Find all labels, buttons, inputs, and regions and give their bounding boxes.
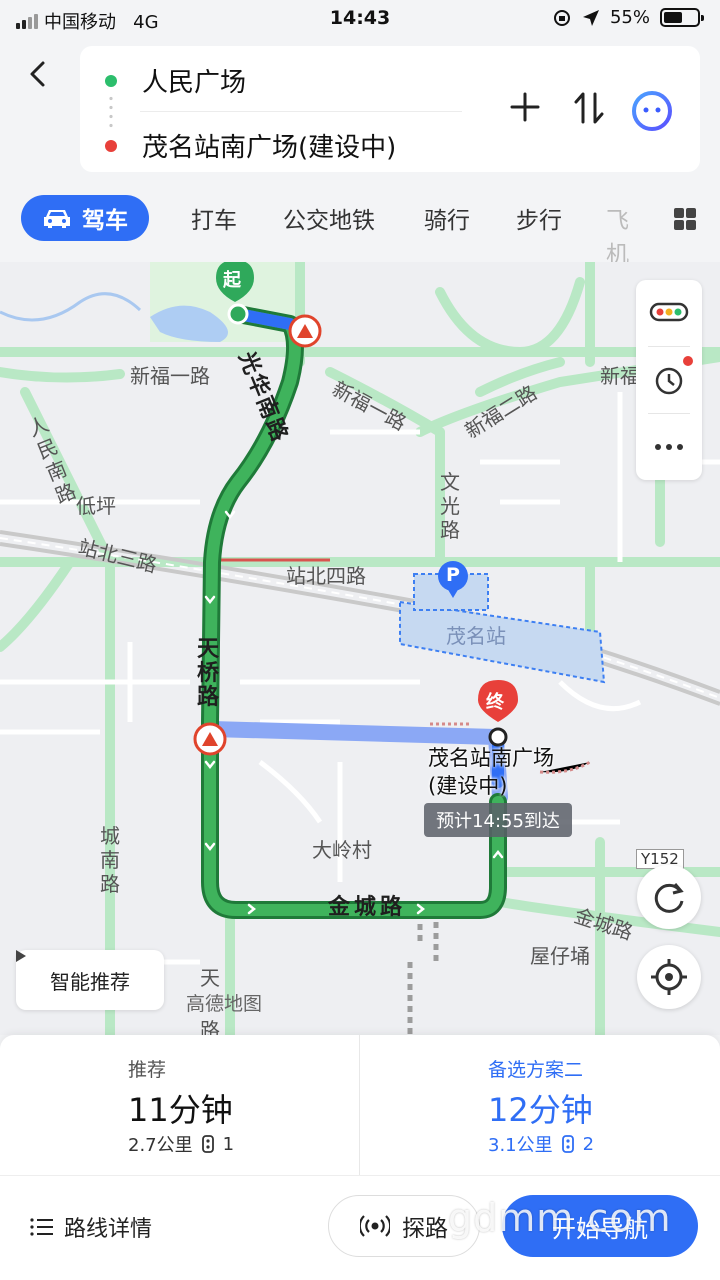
map-tools-panel: [636, 280, 702, 480]
locate-button[interactable]: [637, 945, 701, 1009]
place-label: 屋仔埇: [530, 944, 590, 968]
plan-alternative-2[interactable]: 备选方案二 12分钟 3.1公里 2: [360, 1035, 720, 1175]
start-point-field[interactable]: 人民广场: [142, 62, 246, 99]
street-label: 新福: [600, 364, 640, 388]
street-label: 文光路: [440, 470, 460, 542]
back-arrow-icon[interactable]: [22, 58, 54, 90]
voice-assistant-icon[interactable]: [628, 84, 676, 132]
travel-mode-tabs: 驾车 打车 公交地铁 骑行 步行 飞机: [0, 195, 720, 268]
smart-recommend-button[interactable]: 智能推荐: [16, 950, 164, 1010]
plan-lights: 1: [222, 1133, 235, 1155]
place-label: 大岭村: [312, 838, 372, 862]
location-arrow-icon: [582, 9, 599, 26]
end-dot-icon: [105, 140, 117, 152]
eta-tag: 预计14:55到达: [424, 803, 572, 837]
tab-walk[interactable]: 步行: [516, 201, 562, 235]
start-marker-label: 起: [223, 270, 241, 291]
plan-meta: 3.1公里 2: [488, 1131, 594, 1157]
tab-bike[interactable]: 骑行: [424, 201, 470, 235]
end-marker-label: 终: [486, 692, 504, 713]
place-label: 低坪: [76, 494, 116, 518]
traffic-light-icon: [201, 1135, 214, 1153]
plan-meta: 2.7公里 1: [128, 1131, 234, 1157]
route-plans-sheet: 推荐 11分钟 2.7公里 1 备选方案二 12分钟 3.1公里 2 路线详情 …: [0, 1035, 720, 1280]
start-dot-icon: [105, 75, 117, 87]
construction-icon: [193, 722, 227, 756]
locate-icon: [651, 959, 687, 995]
street-label: 路: [200, 1018, 220, 1035]
traffic-light-icon: [649, 302, 689, 322]
construction-icon: [288, 314, 322, 348]
tab-flight[interactable]: 飞机: [606, 201, 646, 269]
station-label: 茂名站: [446, 624, 506, 648]
tab-taxi[interactable]: 打车: [191, 201, 237, 235]
end-point-field[interactable]: 茂名站南广场(建设中): [142, 127, 396, 164]
plan-recommended[interactable]: 推荐 11分钟 2.7公里 1: [0, 1035, 360, 1175]
clock-icon: [655, 356, 693, 395]
map-provider-logo: 高德地图: [186, 993, 263, 1015]
history-toggle[interactable]: [636, 347, 702, 413]
battery-icon: [660, 8, 704, 27]
watermark: gdmm.com: [448, 1196, 672, 1240]
route-detail-button[interactable]: 路线详情: [30, 1211, 152, 1243]
refresh-icon: [654, 883, 684, 913]
plan-label: 备选方案二: [488, 1059, 584, 1081]
refresh-button[interactable]: [637, 865, 701, 929]
more-modes-icon[interactable]: [674, 208, 696, 230]
destination-label: 茂名站南广场 (建设中): [428, 746, 554, 798]
traffic-light-icon: [561, 1135, 574, 1153]
street-label: 新福一路: [130, 364, 210, 388]
more-tools[interactable]: [636, 414, 702, 480]
plan-lights: 2: [582, 1133, 595, 1155]
plan-distance: 3.1公里: [488, 1135, 553, 1156]
street-label: 城南路: [100, 824, 120, 896]
list-icon: [30, 1218, 53, 1236]
swap-icon[interactable]: [572, 90, 606, 126]
street-label-tianqiao: 天桥路: [196, 637, 219, 710]
street-label-jincheng: 金城路: [328, 895, 407, 920]
tab-transit[interactable]: 公交地铁: [283, 201, 375, 235]
plan-distance: 2.7公里: [128, 1135, 193, 1156]
plan-duration: 12分钟: [488, 1091, 593, 1129]
route-connector: [109, 94, 113, 130]
route-input-card: 人民广场 茂名站南广场(建设中): [80, 46, 700, 172]
route-header: 人民广场 茂名站南广场(建设中) 驾车 打车 公交地铁 骑行 步行 飞机: [0, 40, 720, 268]
play-triangle-icon: [16, 950, 26, 962]
plan-label: 推荐: [128, 1059, 167, 1081]
parking-marker-label: P: [446, 564, 460, 586]
more-dots-icon: [655, 444, 683, 450]
divider: [140, 111, 462, 112]
rotation-lock-icon: [553, 9, 570, 26]
plan-duration: 11分钟: [128, 1091, 233, 1129]
add-waypoint-icon[interactable]: [508, 90, 542, 124]
street-label: 站北四路: [286, 564, 366, 588]
tab-drive[interactable]: 驾车: [21, 195, 149, 241]
status-bar: 中国移动 4G 14:43 55%: [0, 0, 720, 40]
broadcast-icon: [360, 1215, 390, 1237]
battery-percent: 55%: [609, 7, 650, 28]
map-view[interactable]: 起 终 P 新福一路 新福一路 新福二路 新福 光华南路 人民南路 低坪 文光路…: [0, 262, 720, 1035]
car-icon: [44, 210, 70, 228]
street-label: 天: [200, 966, 220, 990]
divider: [0, 1175, 720, 1176]
traffic-toggle[interactable]: [636, 280, 702, 346]
